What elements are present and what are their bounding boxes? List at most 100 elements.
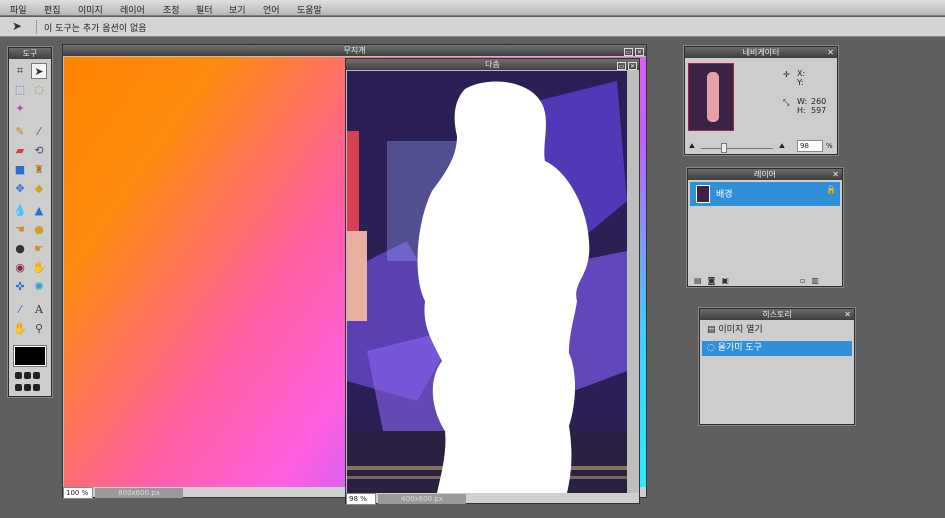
layers-title: 레이어 ✕: [688, 169, 842, 180]
zoom-field[interactable]: 98 %: [346, 493, 376, 505]
y-label: Y:: [797, 78, 804, 87]
color-picker-icon[interactable]: ⁄: [12, 302, 28, 318]
bloat-icon[interactable]: ✋: [31, 260, 47, 276]
navigator-thumbnail[interactable]: [688, 63, 734, 131]
options-bar: ➤ 이 도구는 추가 옵션이 없음: [0, 17, 945, 37]
primary-color-swatch[interactable]: [13, 345, 47, 367]
menu-layer[interactable]: 레이어: [120, 3, 145, 16]
history-item-selected[interactable]: ◌ 올가미 도구: [702, 341, 852, 356]
menu-view[interactable]: 보기: [229, 3, 246, 16]
marquee-icon[interactable]: ⬚: [12, 82, 28, 98]
eraser-icon[interactable]: ▰: [12, 143, 28, 159]
gradient-icon[interactable]: ■: [12, 162, 28, 178]
burn-icon[interactable]: ☛: [31, 241, 47, 257]
history-label: 이미지 열기: [718, 325, 763, 335]
delete-layer-icon[interactable]: ▥: [811, 276, 825, 285]
blur-icon[interactable]: 💧: [12, 203, 28, 219]
menu-adjust[interactable]: 조정: [163, 3, 180, 16]
x-label: X:: [797, 69, 806, 78]
tools-panel-title: 도구: [9, 48, 51, 59]
sponge-icon[interactable]: ●: [31, 222, 47, 238]
hand-icon[interactable]: ✋: [12, 321, 28, 337]
photo-content: [347, 71, 627, 493]
close-icon[interactable]: ✕: [635, 48, 644, 56]
layers-panel: 레이어 ✕ 배경 🔒 ▤◙▣ ▫▥: [687, 168, 843, 287]
w-label: W:: [797, 97, 808, 106]
photo-canvas[interactable]: [347, 71, 627, 493]
history-label: 올가미 도구: [717, 343, 762, 353]
menu-bar: 파일 편집 이미지 레이어 조정 필터 보기 언어 도움말: [0, 0, 945, 16]
lasso-icon[interactable]: ◌: [31, 82, 47, 98]
navigator-title: 네비게이터 ✕: [685, 47, 837, 58]
layer-actions-right[interactable]: ▫▥: [800, 276, 825, 285]
pencil-icon[interactable]: ✎: [12, 124, 28, 140]
magic-wand-icon[interactable]: ✦: [12, 101, 28, 117]
smudge-icon[interactable]: ☚: [12, 222, 28, 238]
h-label: H:: [797, 106, 806, 115]
clone-icon[interactable]: ✥: [12, 181, 28, 197]
zoom-out-icon[interactable]: ⛰: [689, 142, 695, 151]
maximize-icon[interactable]: ▭: [617, 62, 626, 70]
divider: [36, 20, 37, 34]
lock-icon[interactable]: 🔒: [826, 185, 836, 194]
layer-name: 배경: [716, 190, 733, 200]
stamp-icon[interactable]: ♜: [31, 162, 47, 178]
image-size-label: 800x600 px: [95, 488, 183, 498]
dodge-icon[interactable]: ●: [12, 241, 28, 257]
shape-icon[interactable]: ◆: [31, 181, 47, 197]
document-window-photo[interactable]: 다솜 ▭ ✕ 98 % 400x600 px: [345, 58, 640, 505]
spherize-icon[interactable]: ✺: [31, 279, 47, 295]
menu-language[interactable]: 언어: [263, 3, 280, 16]
close-icon[interactable]: ✕: [628, 62, 637, 70]
maximize-icon[interactable]: ▭: [624, 48, 633, 56]
color-mode-buttons[interactable]: [14, 371, 46, 391]
layer-thumbnail: [696, 185, 710, 203]
close-icon[interactable]: ✕: [832, 169, 839, 180]
red-eye-icon[interactable]: ◉: [12, 260, 28, 276]
image-size-label: 400x600 px: [378, 494, 466, 504]
move-tool-icon: ➤: [12, 19, 23, 33]
w-value: 260: [811, 97, 827, 106]
menu-help[interactable]: 도움말: [297, 3, 322, 16]
navigator-panel: 네비게이터 ✕ ✛ X: Y: ⤡ W: 260 H: 597 ⛰ ⛰ 98 %: [684, 46, 838, 155]
layer-folder-icon[interactable]: ▣: [721, 276, 735, 285]
document-title: 다솜 ▭ ✕: [346, 59, 639, 70]
document-title: 무지개 ▭ ✕: [63, 45, 646, 56]
zoom-icon[interactable]: ⚲: [31, 321, 47, 337]
layer-row[interactable]: 배경 🔒: [690, 182, 840, 206]
layer-actions[interactable]: ▤◙▣: [694, 276, 735, 285]
zoom-in-icon[interactable]: ⛰: [779, 142, 785, 151]
tools-panel: 도구 ⌗ ➤ ⬚ ◌ ✦ ✎ ⁄ ▰ ⟲ ■ ♜ ✥ ◆ 💧 ▲ ☚ ● ● ☛…: [8, 47, 52, 397]
zoom-unit: %: [826, 142, 833, 150]
resize-icon: ⤡: [783, 98, 790, 107]
h-value: 597: [811, 106, 827, 115]
history-panel: 히스토리 ✕ ▤ 이미지 열기 ◌ 올가미 도구: [699, 308, 855, 425]
navigator-zoom-slider[interactable]: ⛰ ⛰: [689, 142, 789, 153]
move-icon[interactable]: ➤: [31, 63, 47, 79]
sharpen-icon[interactable]: ▲: [31, 203, 47, 219]
history-title: 히스토리 ✕: [700, 309, 854, 320]
options-message: 이 도구는 추가 옵션이 없음: [44, 24, 147, 34]
brush-icon[interactable]: ⁄: [31, 124, 47, 140]
slider-handle[interactable]: [721, 143, 727, 153]
crosshair-icon: ✛: [783, 70, 790, 79]
type-icon[interactable]: A: [31, 302, 47, 318]
menu-image[interactable]: 이미지: [78, 3, 103, 16]
navigator-zoom-input[interactable]: 98: [797, 140, 823, 152]
menu-file[interactable]: 파일: [10, 3, 27, 16]
menu-filter[interactable]: 필터: [196, 3, 213, 16]
layer-style-icon[interactable]: ▤: [694, 276, 708, 285]
pinch-icon[interactable]: ✜: [12, 279, 28, 295]
menu-edit[interactable]: 편집: [44, 3, 61, 16]
history-item[interactable]: ▤ 이미지 열기: [702, 323, 852, 338]
new-layer-icon[interactable]: ▫: [800, 276, 811, 285]
close-icon[interactable]: ✕: [827, 47, 834, 58]
layer-mask-icon[interactable]: ◙: [708, 276, 722, 285]
replace-color-icon[interactable]: ⟲: [31, 143, 47, 159]
document-icon: ▤: [707, 325, 716, 335]
lasso-icon: ◌: [707, 343, 715, 353]
close-icon[interactable]: ✕: [844, 309, 851, 320]
crop-icon[interactable]: ⌗: [12, 63, 28, 79]
document-status-bar: 98 % 400x600 px: [346, 493, 639, 505]
zoom-field[interactable]: 100 %: [63, 487, 93, 499]
